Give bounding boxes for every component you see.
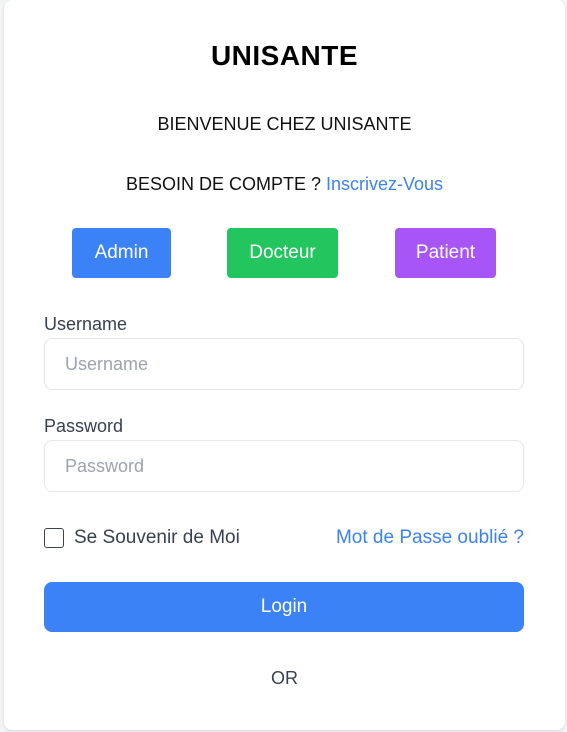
remember-me-checkbox[interactable] bbox=[44, 528, 64, 548]
login-card: UNISANTE BIENVENUE CHEZ UNISANTE BESOIN … bbox=[4, 0, 565, 730]
forgot-password-link[interactable]: Mot de Passe oublié ? bbox=[336, 527, 524, 549]
docteur-role-button[interactable]: Docteur bbox=[227, 228, 338, 278]
need-account-text: BESOIN DE COMPTE ? bbox=[125, 174, 321, 194]
patient-role-button[interactable]: Patient bbox=[395, 228, 496, 278]
username-label: Username bbox=[44, 314, 128, 334]
need-account-line: BESOIN DE COMPTE ? Inscrivez-Vous bbox=[4, 174, 565, 195]
remember-me-label: Se Souvenir de Moi bbox=[74, 527, 240, 548]
welcome-text: BIENVENUE CHEZ UNISANTE bbox=[157, 114, 412, 134]
password-input[interactable] bbox=[44, 440, 524, 492]
username-input[interactable] bbox=[44, 338, 524, 390]
app-title: UNISANTE bbox=[210, 40, 359, 71]
signup-link[interactable]: Inscrivez-Vous bbox=[326, 174, 443, 194]
login-button[interactable]: Login bbox=[44, 582, 524, 632]
admin-role-button[interactable]: Admin bbox=[72, 228, 171, 278]
password-label: Password bbox=[44, 416, 124, 436]
or-separator: OR bbox=[271, 668, 298, 688]
remember-me-row: Se Souvenir de Moi bbox=[44, 527, 240, 549]
